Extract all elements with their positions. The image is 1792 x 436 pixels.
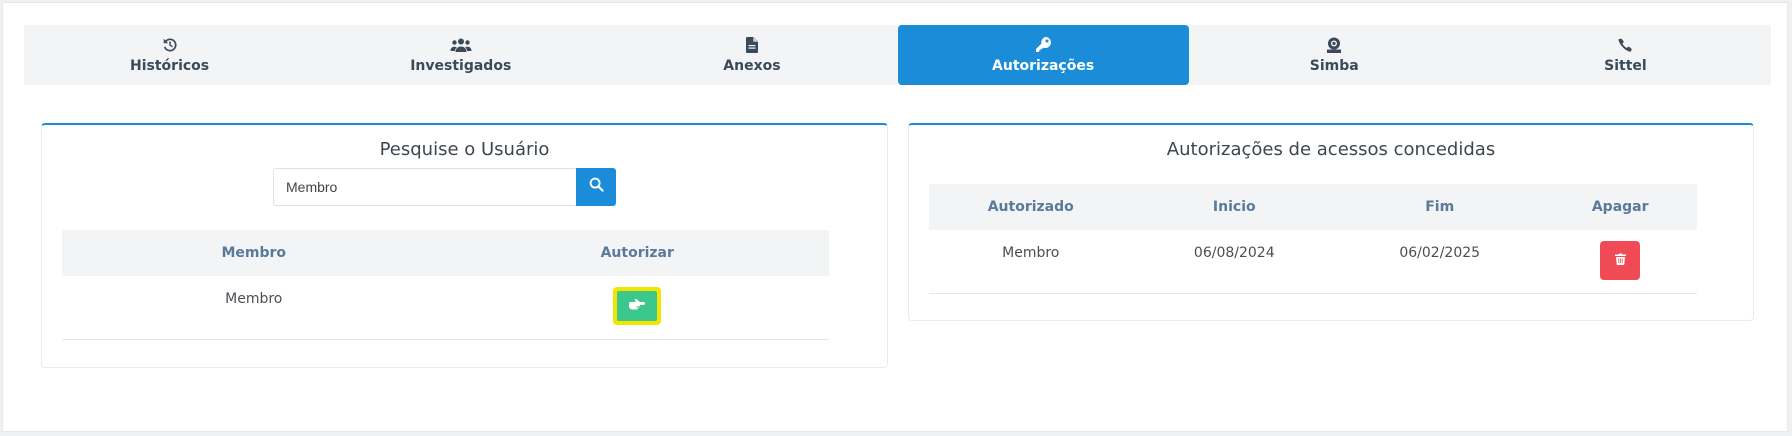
- tab-label: Autorizações: [992, 58, 1095, 74]
- tab-autorizacoes[interactable]: Autorizações: [897, 25, 1189, 85]
- column-header-autorizar: Autorizar: [445, 230, 829, 276]
- fim-cell: 06/02/2025: [1336, 230, 1544, 294]
- search-input[interactable]: [273, 168, 576, 206]
- trash-icon: [1614, 253, 1626, 269]
- history-icon: [162, 36, 178, 54]
- tab-historicos[interactable]: Históricos: [24, 25, 315, 85]
- key-icon: [1035, 36, 1052, 54]
- column-header-membro: Membro: [62, 230, 446, 276]
- column-header-autorizado: Autorizado: [929, 184, 1133, 230]
- search-user-panel: Pesquise o Usuário Membro Autorizar Memb…: [41, 123, 888, 368]
- tab-label: Históricos: [130, 58, 210, 74]
- table-header-row: Membro Autorizar: [62, 230, 829, 276]
- highlight-box: [613, 287, 662, 325]
- tab-label: Simba: [1309, 58, 1359, 74]
- table-header-row: Autorizado Inicio Fim Apagar: [929, 184, 1697, 230]
- table-row: Membro: [62, 276, 829, 340]
- authorizations-panel: Autorizações de acessos concedidas Autor…: [908, 123, 1754, 321]
- delete-button[interactable]: [1600, 241, 1641, 280]
- membro-cell: Membro: [62, 276, 446, 340]
- file-icon: [745, 36, 758, 54]
- panel-title: Autorizações de acessos concedidas: [1166, 139, 1496, 160]
- hand-pointer-icon: [629, 298, 646, 315]
- authorize-button[interactable]: [617, 291, 658, 321]
- tab-label: Investigados: [410, 58, 512, 74]
- tab-investigados[interactable]: Investigados: [315, 25, 606, 85]
- search-button[interactable]: [576, 168, 616, 206]
- autorizar-cell: [445, 276, 829, 340]
- column-header-fim: Fim: [1336, 184, 1544, 230]
- tab-sittel[interactable]: Sittel: [1480, 25, 1771, 85]
- authorizations-table: Autorizado Inicio Fim Apagar Membro 06/0…: [929, 184, 1697, 294]
- tab-simba[interactable]: Simba: [1189, 25, 1480, 85]
- page-frame: Históricos Investigados Anexos Autorizaç…: [2, 2, 1788, 432]
- apagar-cell: [1543, 230, 1697, 294]
- column-header-apagar: Apagar: [1543, 184, 1697, 230]
- phone-icon: [1618, 36, 1633, 54]
- tab-bar: Históricos Investigados Anexos Autorizaç…: [24, 25, 1771, 85]
- autorizado-cell: Membro: [929, 230, 1133, 294]
- users-icon: [450, 36, 472, 54]
- coin-icon: [1326, 36, 1342, 54]
- panel-title: Pesquise o Usuário: [379, 139, 550, 160]
- search-icon: [589, 177, 604, 197]
- column-header-inicio: Inicio: [1132, 184, 1337, 230]
- tab-anexos[interactable]: Anexos: [606, 25, 897, 85]
- search-bar: [273, 168, 616, 206]
- search-results-table: Membro Autorizar Membro: [62, 230, 829, 340]
- tab-label: Sittel: [1604, 58, 1647, 74]
- inicio-cell: 06/08/2024: [1132, 230, 1337, 294]
- table-row: Membro 06/08/2024 06/02/2025: [929, 230, 1697, 294]
- tab-label: Anexos: [723, 58, 781, 74]
